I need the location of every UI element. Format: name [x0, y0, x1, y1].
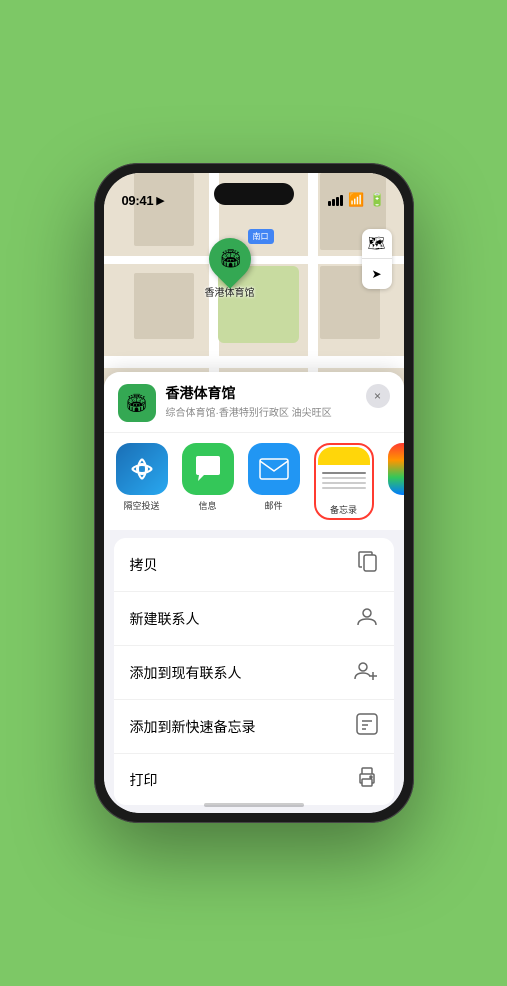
print-icon: [356, 767, 378, 792]
map-marker[interactable]: 🏟 香港体育馆: [205, 238, 255, 299]
mail-label: 邮件: [264, 499, 282, 512]
map-type-button[interactable]: 🗺: [362, 229, 392, 259]
notes-label: 备忘录: [330, 503, 357, 516]
venue-subtitle: 综合体育馆·香港特别行政区 油尖旺区: [166, 404, 356, 419]
copy-icon: [358, 551, 378, 578]
battery-icon: 🔋: [369, 192, 385, 208]
signal-bars: [328, 195, 343, 206]
app-item-airdrop[interactable]: 隔空投送: [116, 443, 168, 512]
add-note-label: 添加到新快速备忘录: [130, 717, 256, 737]
location-icon: ▶: [156, 194, 164, 207]
marker-emoji: 🏟: [218, 249, 241, 270]
app-item-more[interactable]: 推: [388, 443, 404, 512]
marker-pin: 🏟: [200, 230, 259, 289]
new-contact-action[interactable]: 新建联系人: [114, 592, 394, 646]
copy-action[interactable]: 拷贝: [114, 538, 394, 592]
airdrop-label: 隔空投送: [123, 499, 159, 512]
messages-icon: [182, 443, 234, 495]
wifi-icon: 📶: [348, 192, 364, 208]
map-road: [104, 356, 404, 368]
new-contact-label: 新建联系人: [130, 609, 200, 629]
add-contact-label: 添加到现有联系人: [130, 663, 242, 683]
map-button-group: 🗺 ➤: [362, 229, 392, 289]
airdrop-icon: [116, 443, 168, 495]
map-block: [134, 273, 194, 340]
bottom-sheet: 🏟 香港体育馆 综合体育馆·香港特别行政区 油尖旺区 ×: [104, 372, 404, 813]
venue-icon: 🏟: [118, 384, 156, 422]
venue-emoji: 🏟: [125, 393, 148, 414]
app-row: 隔空投送 信息: [116, 443, 392, 520]
dynamic-island: [214, 183, 294, 205]
home-indicator: [204, 803, 304, 807]
location-button[interactable]: ➤: [362, 259, 392, 289]
app-item-mail[interactable]: 邮件: [248, 443, 300, 512]
action-list: 拷贝 新建联系人: [114, 538, 394, 805]
phone-screen: 09:41 ▶ 📶 🔋: [104, 173, 404, 813]
venue-name: 香港体育馆: [166, 384, 356, 402]
notes-icon: [318, 447, 370, 499]
more-icon: [388, 443, 404, 495]
copy-label: 拷贝: [130, 555, 158, 575]
new-contact-icon: [356, 605, 378, 632]
add-contact-action[interactable]: 添加到现有联系人: [114, 646, 394, 700]
phone-frame: 09:41 ▶ 📶 🔋: [94, 163, 414, 823]
messages-label: 信息: [198, 499, 216, 512]
sheet-header: 🏟 香港体育馆 综合体育馆·香港特别行政区 油尖旺区 ×: [104, 372, 404, 432]
print-label: 打印: [130, 770, 158, 790]
print-action[interactable]: 打印: [114, 754, 394, 805]
add-note-icon: [356, 713, 378, 740]
status-time: 09:41: [122, 193, 154, 208]
mail-icon: [248, 443, 300, 495]
status-icons: 📶 🔋: [328, 192, 385, 208]
app-item-notes[interactable]: 备忘录: [314, 443, 374, 520]
app-row-container: 隔空投送 信息: [104, 432, 404, 530]
venue-info: 香港体育馆 综合体育馆·香港特别行政区 油尖旺区: [166, 384, 356, 419]
app-item-messages[interactable]: 信息: [182, 443, 234, 512]
add-contact-icon: [354, 659, 378, 686]
close-button[interactable]: ×: [366, 384, 390, 408]
add-note-action[interactable]: 添加到新快速备忘录: [114, 700, 394, 754]
